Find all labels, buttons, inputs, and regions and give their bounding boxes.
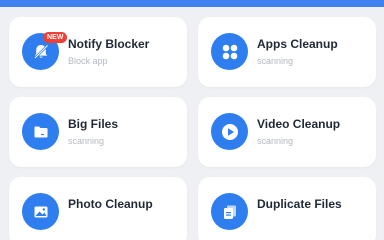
card-subtitle: Block app <box>68 56 108 66</box>
folder-icon <box>22 113 59 150</box>
card-title: Notify Blocker <box>68 37 150 51</box>
big-files-card[interactable]: Big Files scanning <box>9 97 187 167</box>
card-title: Apps Cleanup <box>257 37 338 51</box>
card-title: Photo Cleanup <box>68 197 153 211</box>
apps-cleanup-card[interactable]: Apps Cleanup scanning <box>198 17 376 87</box>
card-subtitle: scanning <box>257 136 294 146</box>
card-title: Video Cleanup <box>257 117 341 131</box>
new-badge: NEW <box>43 32 68 43</box>
card-subtitle: scanning <box>257 56 294 66</box>
video-cleanup-card[interactable]: Video Cleanup scanning <box>198 97 376 167</box>
duplicate-files-card[interactable]: Duplicate Files <box>198 177 376 240</box>
image-icon <box>22 193 59 230</box>
card-title: Duplicate Files <box>257 197 342 211</box>
notify-blocker-card[interactable]: NEW Notify Blocker Block app <box>9 17 187 87</box>
play-icon <box>211 113 248 150</box>
apps-grid-icon <box>211 33 248 70</box>
top-status-strip <box>0 0 384 7</box>
photo-cleanup-card[interactable]: Photo Cleanup <box>9 177 187 240</box>
card-subtitle: scanning <box>68 136 105 146</box>
duplicate-file-icon <box>211 193 248 230</box>
card-title: Big Files <box>68 117 119 131</box>
